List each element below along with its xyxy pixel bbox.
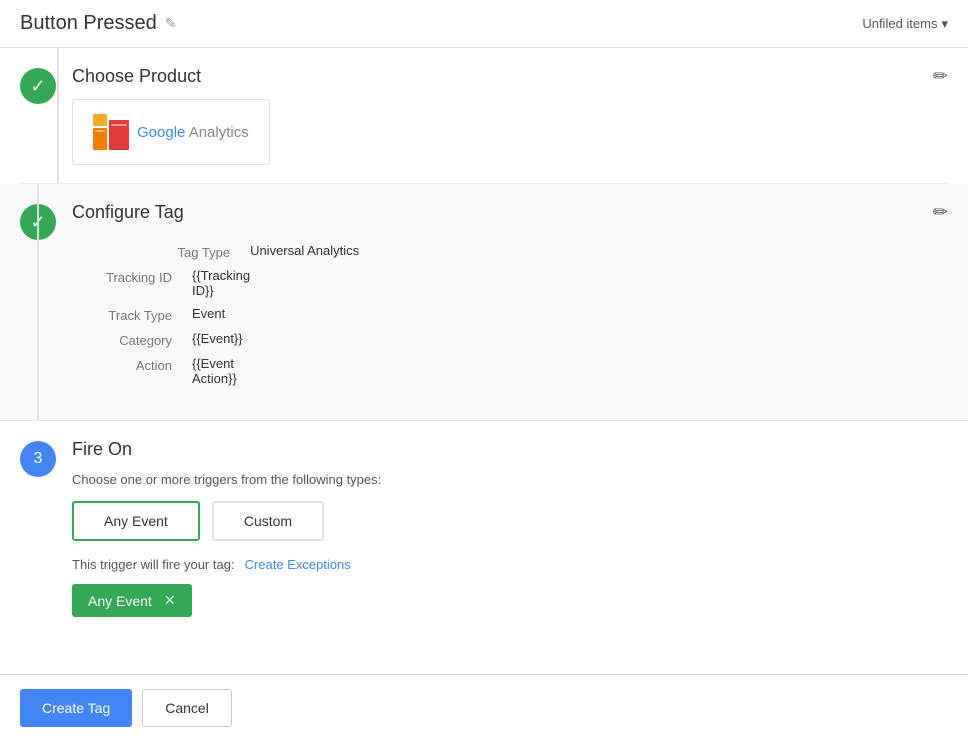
title-edit-icon[interactable]: ✎ bbox=[165, 15, 177, 32]
ga-name-label: Google Analytics bbox=[137, 124, 249, 141]
step3-icon: 3 bbox=[20, 441, 56, 477]
choose-product-section: ✓ Choose Product ✏ bbox=[20, 48, 948, 184]
tracking-id-value: {{Tracking ID}} bbox=[192, 268, 250, 298]
track-type-label: Track Type bbox=[72, 306, 192, 323]
configure-tag-header: Configure Tag ✏ bbox=[72, 202, 948, 223]
choose-product-edit-icon[interactable]: ✏ bbox=[933, 66, 948, 87]
cancel-button[interactable]: Cancel bbox=[142, 689, 232, 727]
action-label: Action bbox=[72, 356, 192, 386]
custom-trigger-button[interactable]: Custom bbox=[212, 501, 324, 541]
page-title: Button Pressed bbox=[20, 12, 157, 35]
tag-type-value: Universal Analytics bbox=[250, 243, 948, 260]
header-title-area: Button Pressed ✎ bbox=[20, 12, 176, 35]
configure-tag-title: Configure Tag bbox=[72, 202, 184, 223]
checkmark-icon: ✓ bbox=[30, 76, 45, 97]
ga-logo bbox=[93, 114, 129, 150]
connector-line-1 bbox=[57, 48, 59, 183]
config-row-tracking-id: Tracking ID {{Tracking ID}} bbox=[72, 268, 250, 298]
google-text: Google bbox=[137, 124, 185, 141]
trigger-description: Choose one or more triggers from the fol… bbox=[72, 472, 948, 487]
fire-on-header: Fire On bbox=[72, 439, 948, 460]
choose-product-body: Choose Product ✏ bbox=[72, 66, 948, 165]
remove-tag-icon[interactable]: ✕ bbox=[164, 592, 176, 609]
footer: Create Tag Cancel bbox=[0, 674, 968, 741]
config-row-category: Category {{Event}} bbox=[72, 331, 250, 348]
page-wrapper: Button Pressed ✎ Unfiled items ▾ ✓ Choos… bbox=[0, 0, 968, 741]
active-tag-badge: Any Event ✕ bbox=[72, 584, 192, 617]
chevron-down-icon: ▾ bbox=[941, 16, 948, 32]
configure-tag-section: ✓ Configure Tag ✏ Tag Type Universal Ana… bbox=[0, 184, 968, 421]
fire-on-body: Fire On Choose one or more triggers from… bbox=[72, 439, 948, 617]
create-tag-button[interactable]: Create Tag bbox=[20, 689, 132, 727]
google-analytics-card[interactable]: Google Analytics bbox=[72, 99, 270, 165]
fire-on-title: Fire On bbox=[72, 439, 132, 460]
create-exceptions-link[interactable]: Create Exceptions bbox=[245, 557, 351, 572]
config-row-tag-type: Tag Type Universal Analytics bbox=[72, 243, 948, 260]
unfiled-label: Unfiled items bbox=[862, 16, 937, 31]
trigger-tag-line: This trigger will fire your tag: Create … bbox=[72, 557, 948, 572]
track-type-value: Event bbox=[192, 306, 225, 323]
action-value: {{Event Action}} bbox=[192, 356, 250, 386]
tag-line-text: This trigger will fire your tag: bbox=[72, 557, 235, 572]
configure-tag-edit-icon[interactable]: ✏ bbox=[933, 202, 948, 223]
fire-on-section: 3 Fire On Choose one or more triggers fr… bbox=[20, 421, 948, 635]
config-row-action: Action {{Event Action}} bbox=[72, 356, 250, 386]
analytics-text: Analytics bbox=[185, 124, 248, 141]
configure-tag-body: Configure Tag ✏ Tag Type Universal Analy… bbox=[72, 202, 948, 402]
tag-type-label: Tag Type bbox=[72, 243, 250, 260]
category-label: Category bbox=[72, 331, 192, 348]
config-row-track-type: Track Type Event bbox=[72, 306, 250, 323]
trigger-buttons: Any Event Custom bbox=[72, 501, 948, 541]
tracking-id-label: Tracking ID bbox=[72, 268, 192, 298]
step1-icon: ✓ bbox=[20, 68, 56, 104]
header: Button Pressed ✎ Unfiled items ▾ bbox=[0, 0, 968, 48]
connector-line-2 bbox=[37, 184, 39, 420]
any-event-trigger-button[interactable]: Any Event bbox=[72, 501, 200, 541]
main-content: ✓ Choose Product ✏ bbox=[0, 48, 968, 635]
unfiled-items-button[interactable]: Unfiled items ▾ bbox=[862, 16, 948, 32]
active-tag-label: Any Event bbox=[88, 593, 152, 609]
step3-number: 3 bbox=[34, 450, 43, 468]
choose-product-title: Choose Product bbox=[72, 66, 201, 87]
category-value: {{Event}} bbox=[192, 331, 243, 348]
choose-product-header: Choose Product ✏ bbox=[72, 66, 948, 87]
config-fields: Tag Type Universal Analytics Tracking ID… bbox=[72, 235, 948, 402]
